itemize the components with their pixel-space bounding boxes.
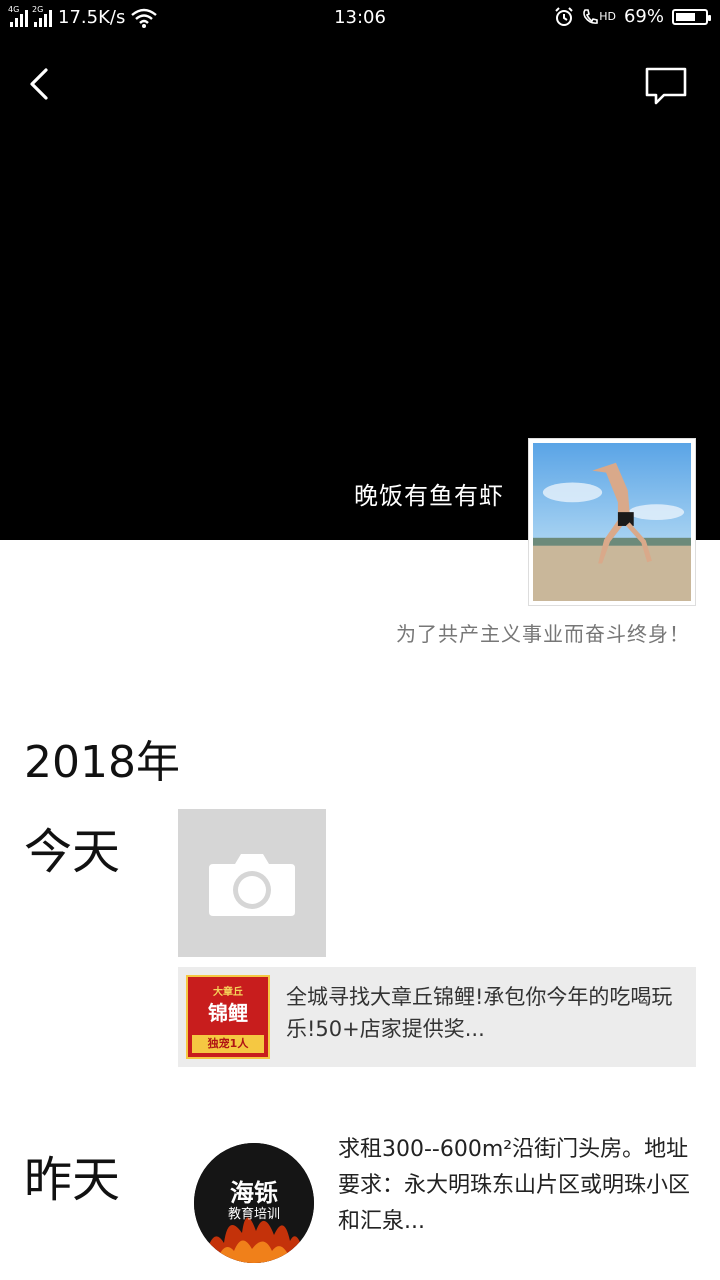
avatar-photo: [533, 443, 691, 601]
hd-label: HD: [599, 10, 616, 23]
profile-signature: 为了共产主义事业而奋斗终身！: [396, 622, 690, 646]
back-icon[interactable]: [24, 64, 64, 104]
share-thumb-bottom: 独宠1人: [192, 1035, 264, 1053]
share-thumb-main: 锦鲤: [208, 1001, 248, 1025]
share-thumb-top: 大章丘: [213, 987, 243, 998]
yesterday-post-image[interactable]: 海铄 教育培训: [194, 1143, 314, 1263]
post-photo-button[interactable]: [178, 809, 326, 957]
year-heading: 2018年: [24, 737, 180, 788]
battery-percent: 69%: [623, 6, 664, 27]
profile-avatar[interactable]: [528, 438, 696, 606]
share-thumbnail: 大章丘 锦鲤 独宠1人: [186, 975, 270, 1059]
battery-icon: [672, 8, 711, 25]
status-bar: 4G 2G 17.5K/s 13:06 HD 69%: [0, 0, 720, 36]
nickname[interactable]: 晚饭有鱼有虾: [354, 476, 504, 511]
status-right: HD 69%: [554, 6, 711, 27]
today-label: 今天: [24, 824, 121, 880]
yesterday-post-text[interactable]: 求租300--600m²沿街门头房。地址要求：永大明珠东山片区或明珠小区和汇泉.…: [338, 1132, 690, 1242]
yesterday-label: 昨天: [24, 1152, 121, 1208]
alarm-icon: [555, 6, 573, 26]
hd-call-icon: HD: [582, 8, 616, 26]
message-icon[interactable]: [644, 66, 688, 106]
avatar-subtitle: 教育培训: [227, 1207, 280, 1222]
share-title: 全城寻找大章丘锦鲤!承包你今年的吃喝玩乐!50+店家提供奖...: [286, 985, 673, 1041]
today-share-card[interactable]: 大章丘 锦鲤 独宠1人 全城寻找大章丘锦鲤!承包你今年的吃喝玩乐!50+店家提供…: [178, 967, 696, 1067]
camera-icon: [209, 854, 295, 916]
